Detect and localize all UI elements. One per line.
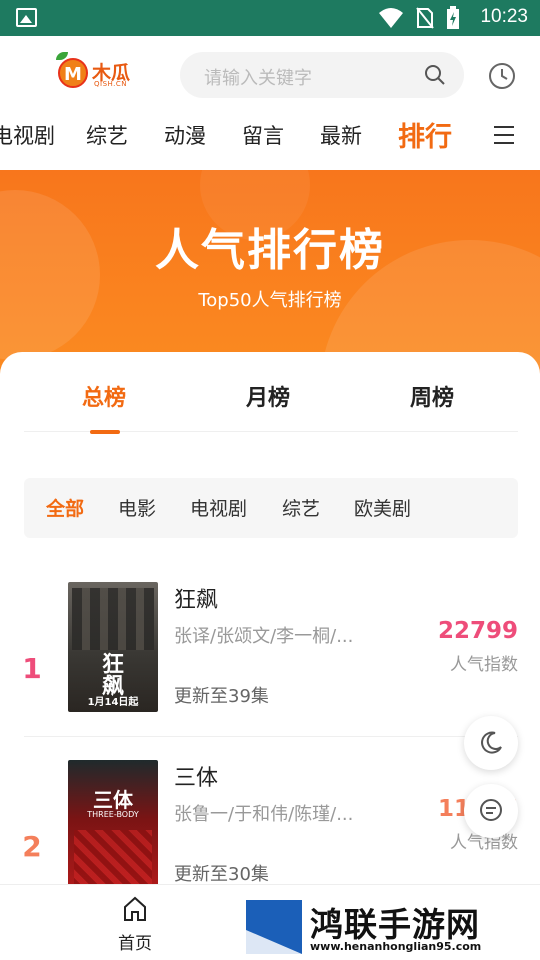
poster-image[interactable]: 狂飙 1月14日起 bbox=[68, 582, 158, 712]
category-nav: 电视剧 综艺 动漫 留言 最新 排行 bbox=[0, 104, 540, 168]
nav-item-ranking[interactable]: 排行 bbox=[398, 115, 452, 154]
show-title[interactable]: 三体 bbox=[174, 760, 218, 792]
watermark-logo-icon bbox=[246, 900, 302, 954]
filter-variety[interactable]: 综艺 bbox=[282, 494, 320, 521]
tab-monthly[interactable]: 月榜 bbox=[246, 380, 290, 412]
history-icon[interactable] bbox=[488, 62, 516, 90]
nav-item-latest[interactable]: 最新 bbox=[320, 120, 362, 150]
ranking-tabs: 总榜 月榜 周榜 bbox=[24, 352, 518, 434]
wifi-icon bbox=[379, 8, 403, 28]
search-icon[interactable] bbox=[424, 64, 446, 86]
chat-icon bbox=[480, 799, 502, 821]
status-icons bbox=[378, 6, 460, 30]
poster-title: 三体 bbox=[93, 788, 133, 812]
nav-item-tv[interactable]: 电视剧 bbox=[0, 120, 55, 150]
watermark-text: 鸿联手游网 bbox=[310, 905, 480, 944]
rank-number: 2 bbox=[22, 830, 42, 863]
show-update: 更新至39集 bbox=[174, 686, 269, 707]
status-time: 10:23 bbox=[480, 6, 528, 27]
popularity-label: 人气指数 bbox=[450, 655, 518, 675]
bottom-tab-home[interactable]: 首页 bbox=[110, 895, 160, 954]
ranking-hero-banner: 人气排行榜 Top50人气排行榜 bbox=[0, 170, 540, 380]
ranking-card: 总榜 月榜 周榜 全部 电影 电视剧 综艺 欧美剧 1 狂飙 1月14日起 狂飙… bbox=[0, 352, 540, 892]
watermark: 鸿联手游网 www.henanhonglian95.com bbox=[246, 898, 530, 956]
poster-caption: THREE-BODY bbox=[87, 810, 139, 819]
bottom-tab-home-label: 首页 bbox=[118, 934, 152, 954]
comment-button[interactable] bbox=[464, 784, 518, 838]
tab-overall[interactable]: 总榜 bbox=[82, 380, 126, 412]
hero-subtitle: Top50人气排行榜 bbox=[198, 290, 342, 311]
show-update: 更新至30集 bbox=[174, 864, 269, 885]
search-input[interactable]: 请输入关键字 bbox=[180, 52, 464, 98]
status-bar: 10:23 bbox=[0, 0, 540, 36]
ranking-row[interactable]: 1 狂飙 1月14日起 狂飙 张译/张颂文/李一桐/... 更新至39集 227… bbox=[0, 582, 540, 758]
moon-icon bbox=[481, 731, 502, 754]
filter-all[interactable]: 全部 bbox=[46, 494, 84, 521]
show-cast: 张鲁一/于和伟/陈瑾/... bbox=[174, 804, 354, 825]
genre-filter-bar: 全部 电影 电视剧 综艺 欧美剧 bbox=[24, 478, 518, 538]
logo-letter: M bbox=[58, 58, 88, 88]
rank-number: 1 bbox=[22, 652, 42, 685]
filter-movie[interactable]: 电影 bbox=[118, 494, 156, 521]
active-tab-indicator bbox=[90, 430, 120, 434]
nav-item-anime[interactable]: 动漫 bbox=[164, 120, 206, 150]
poster-title: 狂飙 bbox=[98, 652, 123, 696]
show-cast: 张译/张颂文/李一桐/... bbox=[174, 626, 354, 647]
logo-sub: QISH.CN bbox=[94, 80, 128, 88]
nav-item-messages[interactable]: 留言 bbox=[242, 120, 284, 150]
watermark-url: www.henanhonglian95.com bbox=[310, 940, 482, 953]
popularity-score: 22799 bbox=[437, 618, 518, 644]
poster-caption: 1月14日起 bbox=[87, 697, 139, 708]
app-logo[interactable]: M 木瓜 QISH.CN bbox=[48, 50, 138, 92]
poster-image[interactable]: 三体 THREE-BODY bbox=[68, 760, 158, 890]
dark-mode-button[interactable] bbox=[464, 716, 518, 770]
tab-weekly[interactable]: 周榜 bbox=[410, 380, 454, 412]
home-icon bbox=[124, 896, 146, 921]
show-title[interactable]: 狂飙 bbox=[174, 582, 218, 614]
filter-tv[interactable]: 电视剧 bbox=[190, 494, 247, 521]
search-placeholder: 请输入关键字 bbox=[204, 68, 312, 89]
filter-western[interactable]: 欧美剧 bbox=[354, 494, 411, 521]
menu-icon[interactable] bbox=[494, 126, 514, 144]
nav-item-variety[interactable]: 综艺 bbox=[86, 120, 128, 150]
no-sim-icon bbox=[416, 7, 434, 29]
battery-charging-icon bbox=[447, 6, 459, 29]
row-divider bbox=[24, 736, 518, 737]
hero-title: 人气排行榜 bbox=[155, 225, 385, 276]
image-notification-icon bbox=[16, 8, 37, 27]
